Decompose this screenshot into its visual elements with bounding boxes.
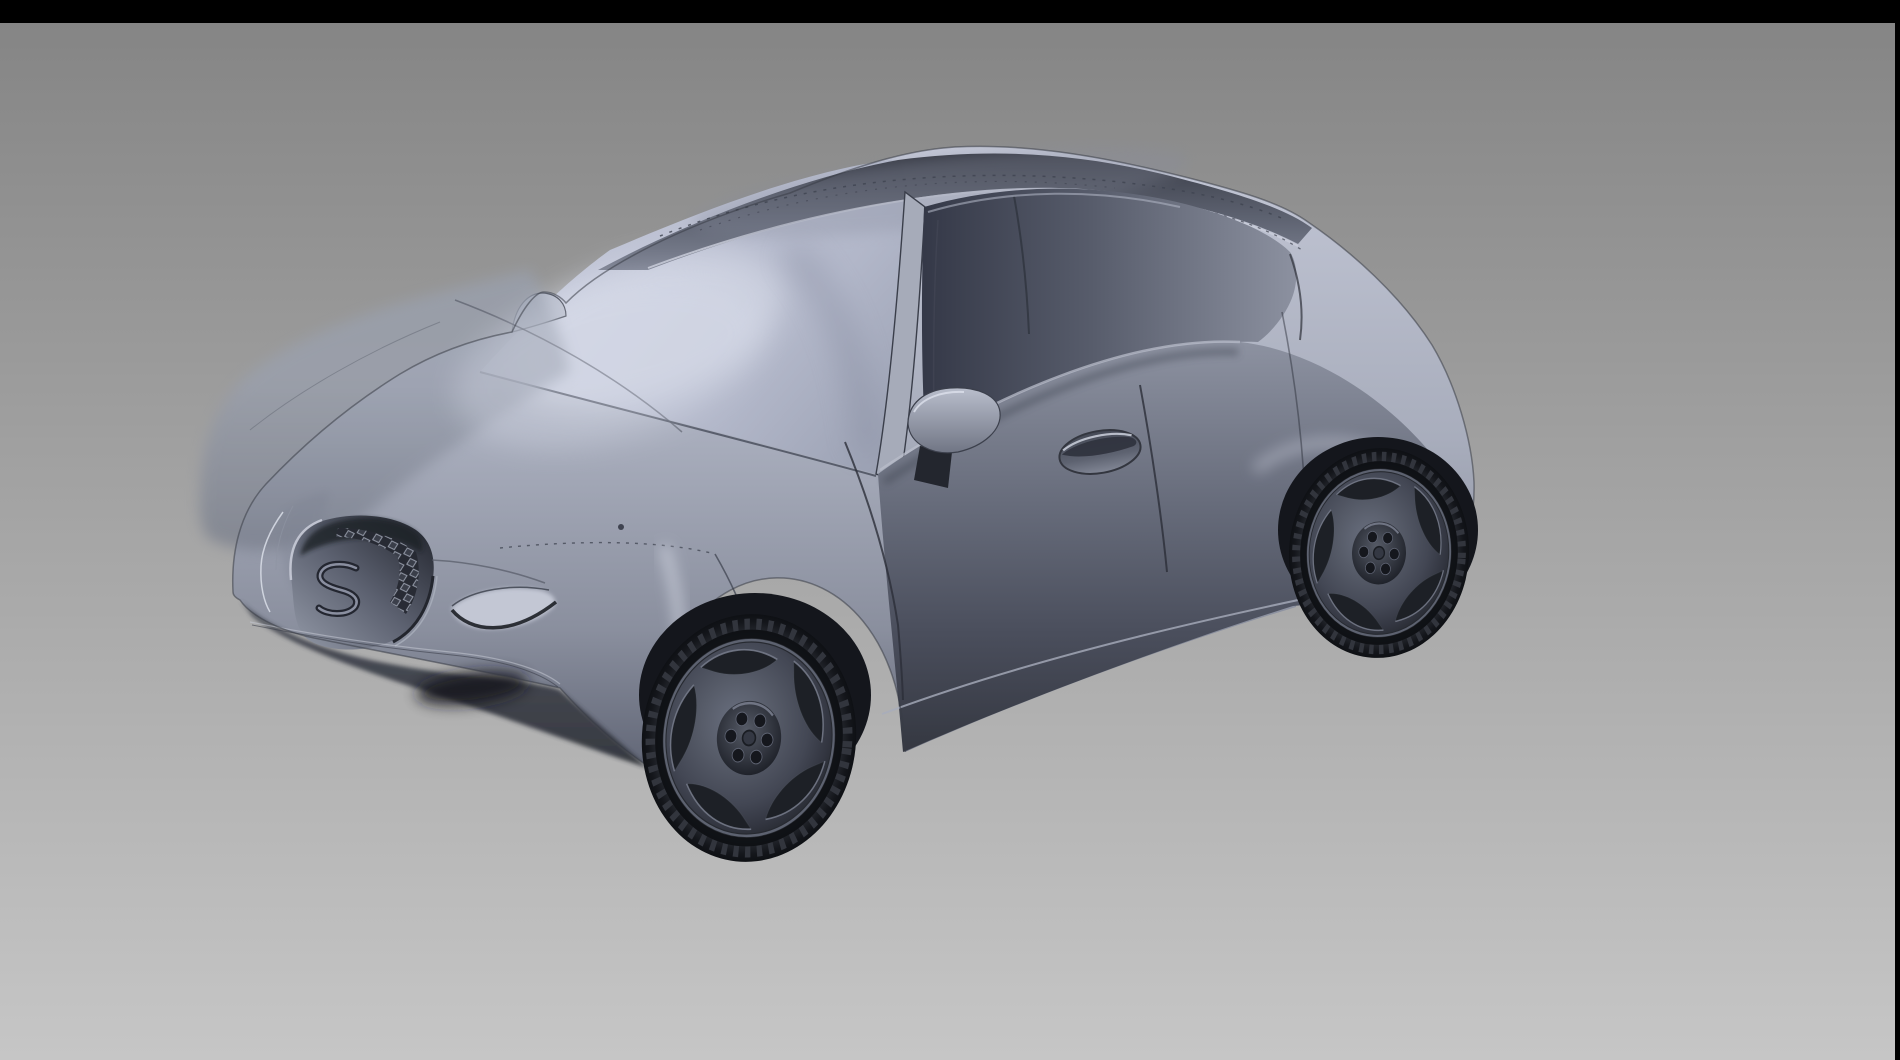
car-model-render (0, 0, 1900, 1060)
app-window (0, 0, 1900, 1060)
window-top-bar (0, 0, 1900, 23)
window-right-edge (1895, 0, 1900, 1060)
washer-nozzle-dot (618, 524, 624, 530)
cad-viewport[interactable] (0, 23, 1895, 1060)
